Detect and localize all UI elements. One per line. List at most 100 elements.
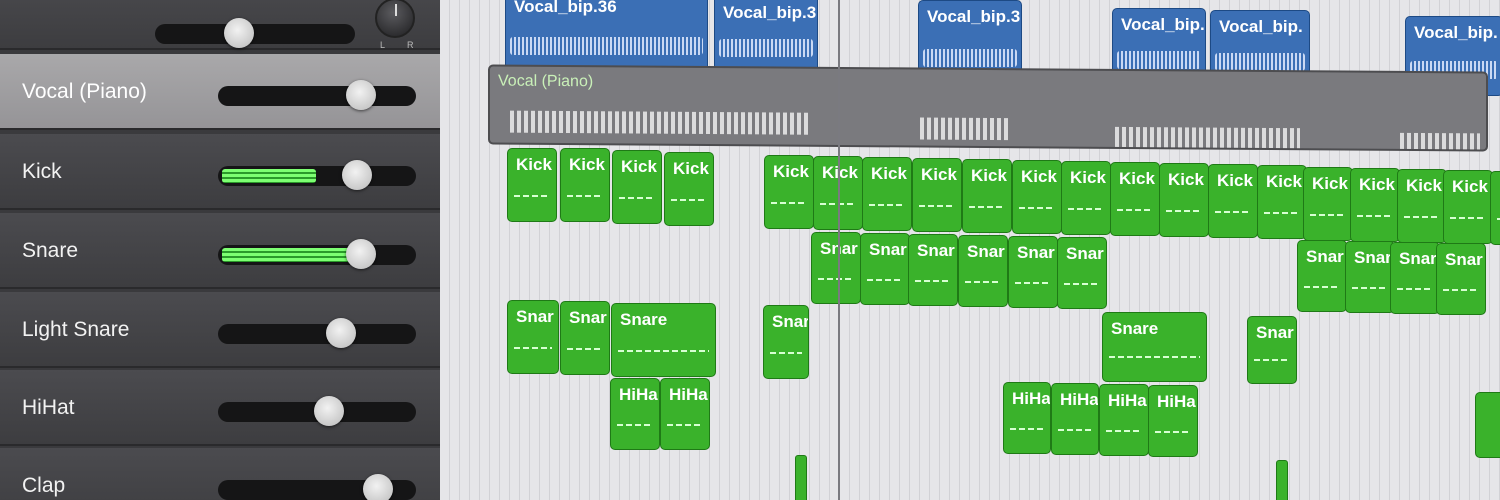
- kick-region[interactable]: Kick: [1443, 170, 1493, 244]
- volume-fader-top[interactable]: [155, 18, 355, 48]
- volume-knob[interactable]: [341, 160, 372, 190]
- light-snare-region[interactable]: Snare: [611, 303, 716, 377]
- midi-notes: [514, 194, 550, 197]
- volume-knob[interactable]: [345, 80, 376, 110]
- region-label: Snar: [869, 240, 907, 259]
- track-name: Light Snare: [22, 318, 130, 341]
- region-label: Kick: [1217, 171, 1253, 190]
- track-header-kick[interactable]: Kick: [0, 134, 440, 210]
- hihat-region[interactable]: HiHa: [660, 378, 710, 450]
- midi-notes: [1400, 132, 1480, 152]
- tracks-timeline[interactable]: Vocal_bip.36 Vocal_bip.3 Vocal_bip.3 Voc…: [440, 0, 1500, 500]
- vocal-region[interactable]: Vocal_bip.3: [714, 0, 818, 76]
- track-header-clap[interactable]: Clap: [0, 448, 440, 500]
- midi-notes: [1068, 207, 1104, 210]
- volume-fader[interactable]: [218, 239, 416, 269]
- volume-fader[interactable]: [218, 80, 416, 110]
- kick-region[interactable]: Kick: [612, 150, 662, 224]
- midi-notes: [1264, 211, 1300, 214]
- kick-region[interactable]: Kick: [560, 148, 610, 222]
- midi-notes: [1117, 208, 1153, 211]
- kick-region[interactable]: Kick: [1208, 164, 1258, 238]
- kick-region[interactable]: Kick: [1257, 165, 1307, 239]
- hihat-region[interactable]: HiHa: [1051, 383, 1099, 455]
- midi-notes: [1397, 287, 1433, 290]
- volume-knob[interactable]: [363, 474, 394, 500]
- midi-notes: [567, 194, 603, 197]
- track-header-light-snare[interactable]: Light Snare: [0, 292, 440, 368]
- volume-knob[interactable]: [345, 239, 376, 269]
- region-label: Kick: [921, 165, 957, 184]
- volume-fader[interactable]: [218, 318, 416, 348]
- midi-notes: [617, 423, 653, 426]
- region-label: Snar: [967, 242, 1005, 261]
- light-snare-region[interactable]: Snare: [1102, 312, 1207, 382]
- volume-fader[interactable]: [218, 474, 416, 500]
- midi-notes: [1115, 126, 1300, 151]
- midi-notes: [869, 203, 905, 206]
- hihat-region[interactable]: HiHa: [1148, 385, 1198, 457]
- region-label: Snar: [917, 241, 955, 260]
- volume-fader[interactable]: [218, 396, 416, 426]
- snare-region[interactable]: Snar: [908, 234, 958, 306]
- track-header-vocal-piano[interactable]: Vocal (Piano): [0, 54, 440, 130]
- snare-region[interactable]: Snar: [1390, 242, 1440, 314]
- snare-region[interactable]: Snar: [1436, 243, 1486, 315]
- midi-notes: [618, 349, 709, 352]
- kick-region[interactable]: Kick: [912, 158, 962, 232]
- clap-region[interactable]: [1276, 460, 1288, 500]
- kick-region[interactable]: Kick: [1061, 161, 1111, 235]
- kick-region[interactable]: Kick: [862, 157, 912, 231]
- kick-region[interactable]: Kick: [1012, 160, 1062, 234]
- snare-region[interactable]: Snar: [958, 235, 1008, 307]
- light-snare-region[interactable]: Snar: [560, 301, 610, 375]
- region-label: Snar: [1445, 250, 1483, 269]
- hihat-region[interactable]: HiHa: [1099, 384, 1149, 456]
- region-label: Kick: [1452, 177, 1488, 196]
- pan-knob[interactable]: [375, 0, 415, 38]
- kick-region[interactable]: Kick: [1303, 167, 1353, 241]
- light-snare-region[interactable]: Snar: [1247, 316, 1297, 384]
- kick-region[interactable]: Kick: [764, 155, 814, 229]
- kick-region[interactable]: Kick: [1397, 169, 1447, 243]
- snare-region[interactable]: Snar: [811, 232, 861, 304]
- midi-notes: [1357, 214, 1393, 217]
- volume-knob[interactable]: [313, 396, 344, 426]
- midi-notes: [1064, 282, 1100, 285]
- snare-region[interactable]: Snar: [1008, 236, 1058, 308]
- vocal-piano-region[interactable]: Vocal (Piano): [488, 64, 1488, 152]
- region-label: Snar: [1306, 247, 1344, 266]
- snare-region[interactable]: Snar: [1297, 240, 1347, 312]
- volume-fader[interactable]: [218, 160, 416, 190]
- kick-region[interactable]: Kick: [962, 159, 1012, 233]
- kick-region[interactable]: Kick: [1110, 162, 1160, 236]
- snare-region[interactable]: Snar: [860, 233, 910, 305]
- snare-region[interactable]: Snar: [1345, 241, 1395, 313]
- light-snare-region[interactable]: Snar: [763, 305, 809, 379]
- vocal-region[interactable]: Vocal_bip.36: [505, 0, 708, 72]
- region-label: Snar: [1066, 244, 1104, 263]
- volume-knob[interactable]: [224, 18, 254, 48]
- kick-region[interactable]: Kick: [664, 152, 714, 226]
- snare-region[interactable]: Snar: [1057, 237, 1107, 309]
- playhead[interactable]: [838, 0, 840, 500]
- midi-notes: [1450, 216, 1486, 219]
- midi-notes: [1109, 356, 1200, 359]
- level-meter: [222, 248, 367, 262]
- hihat-region[interactable]: HiHa: [1003, 382, 1051, 454]
- kick-region[interactable]: Kick: [507, 148, 557, 222]
- kick-region[interactable]: Kick: [1490, 171, 1500, 245]
- light-snare-region[interactable]: Snar: [507, 300, 559, 374]
- hihat-region[interactable]: HiHa: [610, 378, 660, 450]
- track-header-hihat[interactable]: HiHat: [0, 370, 440, 446]
- kick-region[interactable]: Kick: [1350, 168, 1400, 242]
- hihat-region[interactable]: [1475, 392, 1500, 458]
- kick-region[interactable]: Kick: [1159, 163, 1209, 237]
- track-header-snare[interactable]: Snare: [0, 213, 440, 289]
- volume-knob[interactable]: [325, 318, 356, 348]
- region-label: Snar: [1017, 243, 1055, 262]
- track-header-top[interactable]: L R: [0, 0, 440, 50]
- midi-notes: [514, 346, 552, 349]
- midi-notes: [771, 201, 807, 204]
- clap-region[interactable]: [795, 455, 807, 500]
